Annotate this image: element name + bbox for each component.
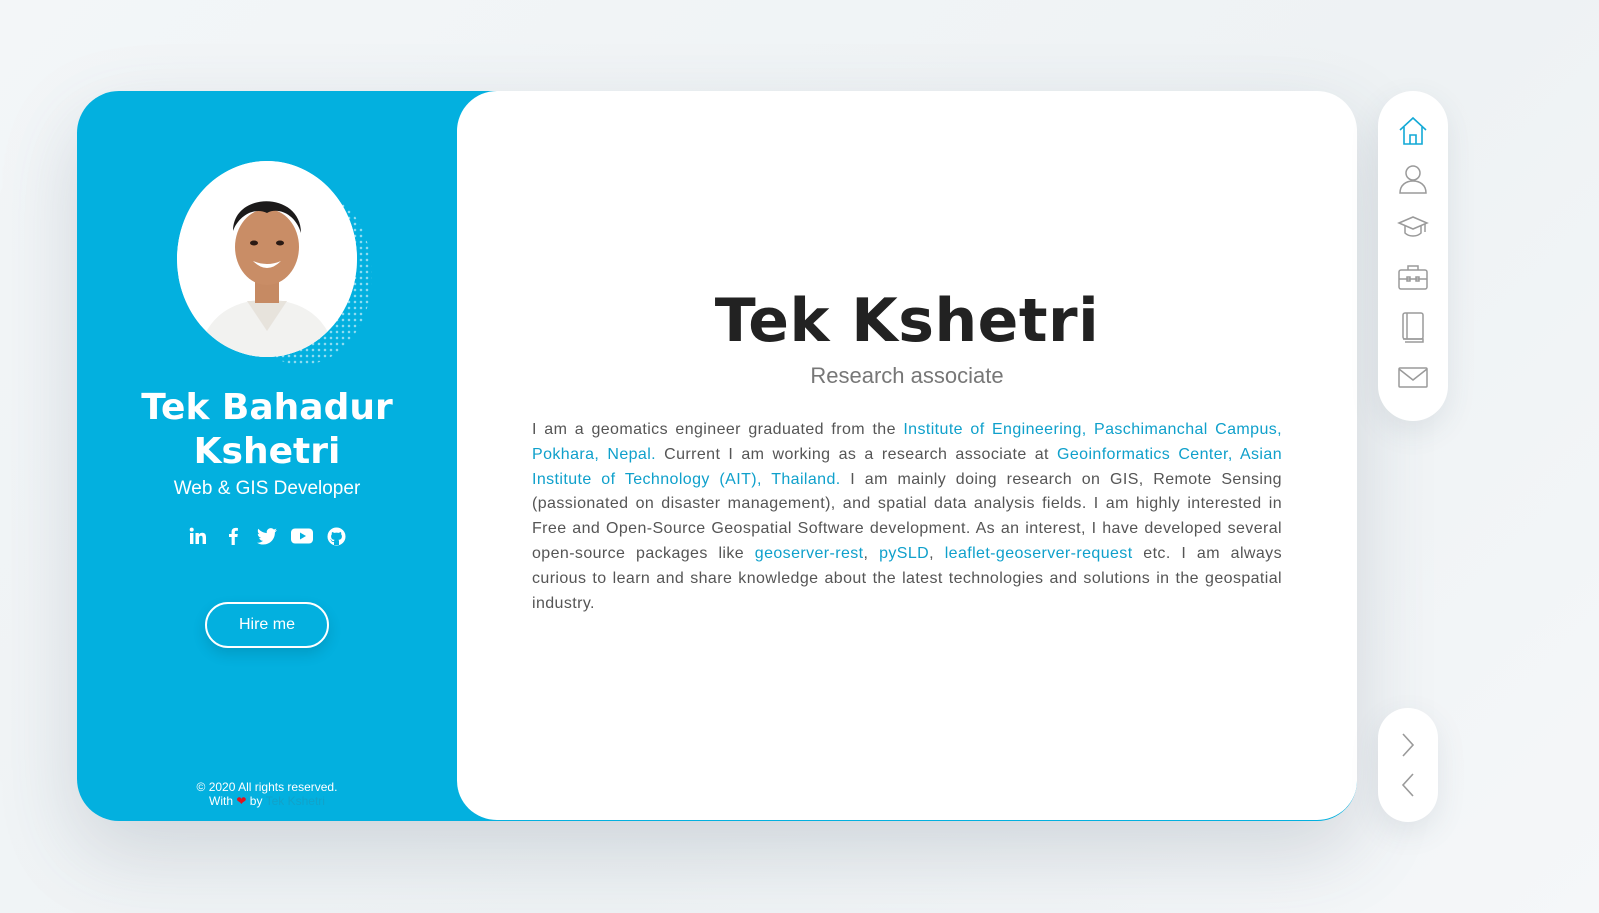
- bio-separator: ,: [929, 544, 945, 562]
- credit-line: With ❤ by Tek Kshetri: [97, 794, 437, 808]
- section-nav: [1378, 91, 1448, 421]
- envelope-icon[interactable]: [1395, 359, 1431, 395]
- bio-text: I am a geomatics engineer graduated from…: [532, 421, 904, 438]
- page-subtitle: Research associate: [810, 363, 1004, 388]
- page-title: Tek Kshetri: [714, 286, 1100, 356]
- twitter-icon[interactable]: [256, 525, 278, 547]
- facebook-icon[interactable]: [222, 525, 244, 547]
- pager: [1378, 708, 1438, 822]
- heart-icon: ❤: [236, 794, 247, 808]
- bio-paragraph: I am a geomatics engineer graduated from…: [532, 418, 1282, 616]
- avatar: [177, 161, 357, 357]
- chevron-right-icon[interactable]: [1396, 730, 1420, 760]
- home-icon[interactable]: [1395, 113, 1431, 149]
- credit-by: by: [249, 794, 263, 808]
- copyright-text: © 2020 All rights reserved.: [196, 780, 338, 794]
- github-icon[interactable]: [325, 525, 347, 547]
- author-link[interactable]: Tek Kshetri: [266, 794, 325, 808]
- bio-text: Current I am working as a research assoc…: [656, 445, 1058, 463]
- briefcase-icon[interactable]: [1395, 259, 1431, 295]
- youtube-icon[interactable]: [290, 525, 313, 547]
- footer: © 2020 All rights reserved. With ❤ by Te…: [97, 780, 437, 808]
- graduation-cap-icon[interactable]: [1395, 209, 1431, 245]
- linkedin-icon[interactable]: [187, 525, 209, 547]
- social-links: [187, 524, 347, 548]
- geoserver-rest-link[interactable]: geoserver-rest: [755, 545, 864, 562]
- profile-name: Tek Bahadur Kshetri: [141, 387, 393, 472]
- pysld-link[interactable]: pySLD: [879, 545, 929, 562]
- chevron-left-icon[interactable]: [1396, 770, 1420, 800]
- credit-with: With: [209, 794, 234, 808]
- hire-me-button[interactable]: Hire me: [205, 602, 329, 648]
- profile-role: Web & GIS Developer: [173, 478, 361, 499]
- bio-separator: ,: [863, 544, 880, 562]
- user-icon[interactable]: [1395, 161, 1431, 197]
- leaflet-geoserver-request-link[interactable]: leaflet-geoserver-request: [945, 545, 1133, 562]
- book-icon[interactable]: [1395, 309, 1431, 345]
